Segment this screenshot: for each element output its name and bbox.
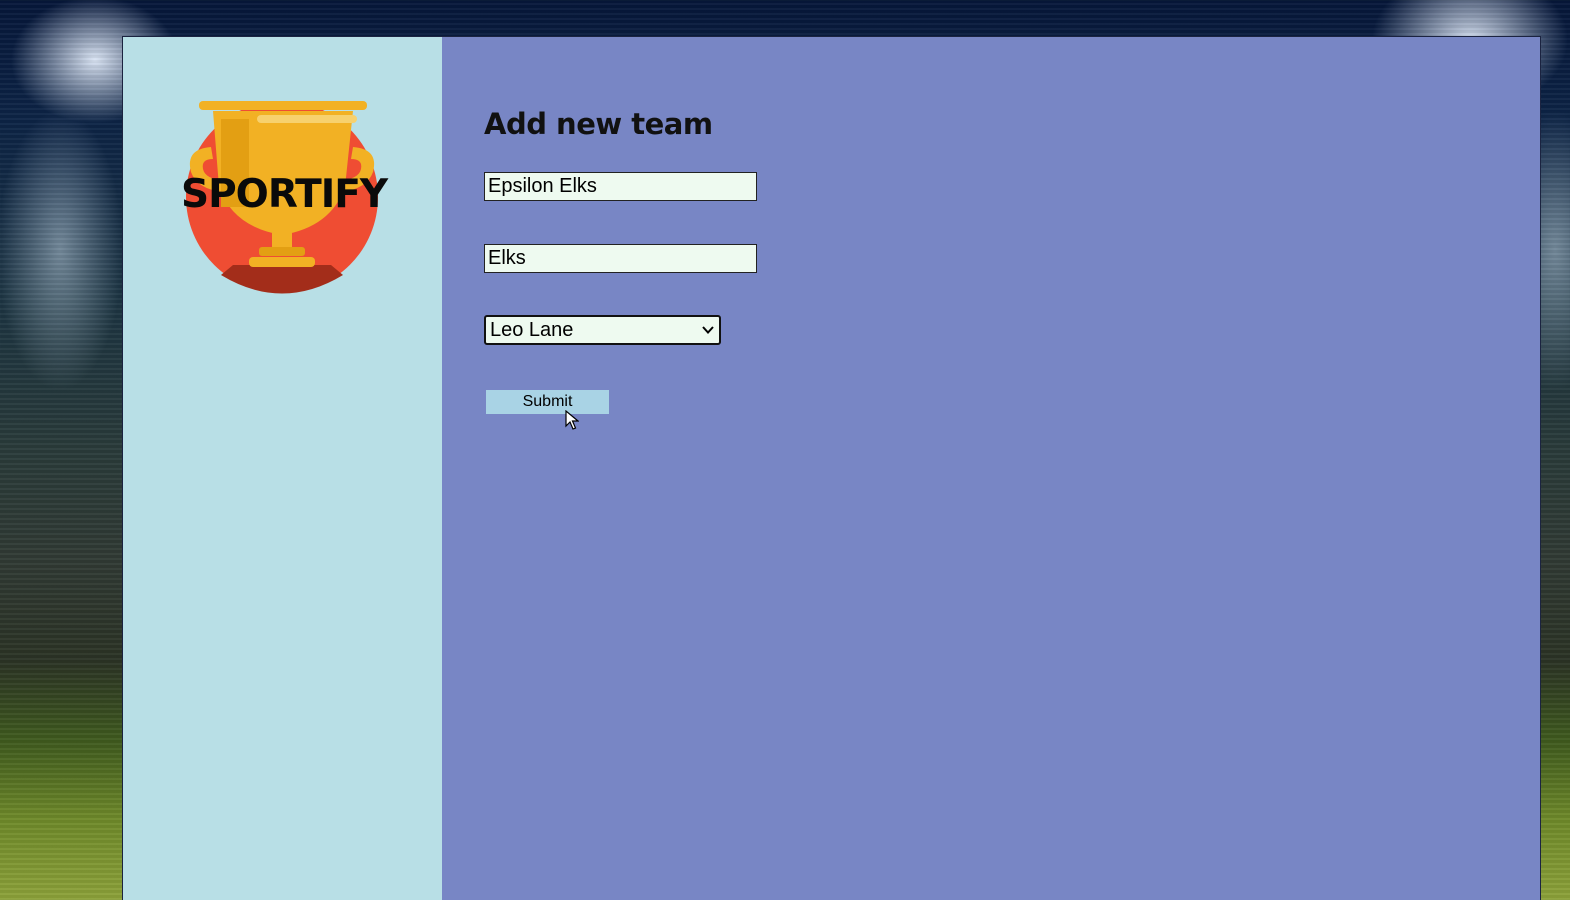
chevron-down-icon xyxy=(702,326,714,334)
logo-wordmark: SPORTIFY xyxy=(181,172,388,217)
page-title: Add new team xyxy=(484,107,713,141)
coach-select[interactable]: Leo Lane xyxy=(484,315,721,345)
coach-select-value: Leo Lane xyxy=(490,318,574,341)
main-content: Add new team Leo Lane Submit xyxy=(442,37,1540,900)
mouse-cursor-icon xyxy=(565,410,579,430)
sidebar: SPORTIFY xyxy=(123,37,442,900)
sportify-logo[interactable]: SPORTIFY xyxy=(181,97,388,297)
team-name-input[interactable] xyxy=(484,172,757,201)
team-short-name-input[interactable] xyxy=(484,244,757,273)
submit-button[interactable]: Submit xyxy=(486,390,609,414)
app-frame: SPORTIFY Add new team Leo Lane Submit xyxy=(122,36,1541,900)
